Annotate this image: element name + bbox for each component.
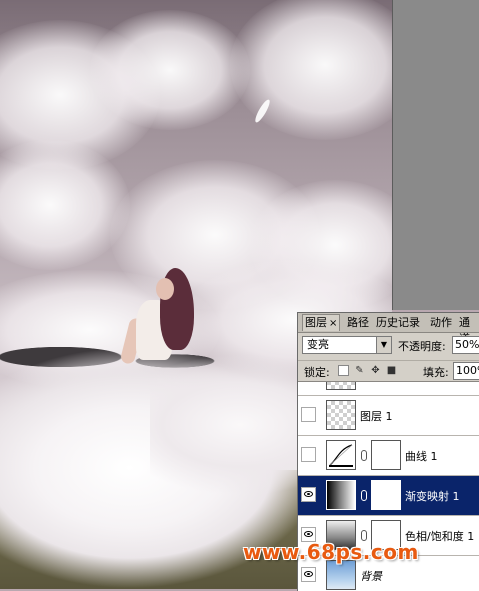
curves-adjustment-icon [326,440,356,470]
layer-row[interactable] [298,381,479,396]
fill-input[interactable]: 100% [453,362,479,380]
link-icon[interactable] [361,450,367,461]
blend-mode-value: 变亮 [307,338,329,351]
visibility-toggle[interactable] [301,567,316,582]
tab-paths[interactable]: 路径 [345,315,371,331]
lock-position-icon[interactable]: ✥ [370,365,381,376]
workspace-background [392,0,479,310]
tab-layers-label: 图层 [305,316,327,329]
layer-thumbnail [326,560,356,590]
lock-all-icon[interactable]: ■ [386,365,397,376]
layer-row[interactable]: 曲线 1 [298,436,479,476]
layer-thumbnail [326,400,356,430]
blend-row: 变亮 ▼ 不透明度: 50% [298,334,479,356]
gradient-map-icon [326,480,356,510]
eye-icon [304,531,313,537]
tab-channels[interactable]: 通道 [457,315,479,345]
layer-thumbnail [326,382,356,390]
watermark: www.68ps.com [243,540,419,564]
lock-row: 锁定: ✎ ✥ ■ 填充: 100% [298,360,479,381]
fill-label: 填充: [423,366,449,379]
blend-mode-select[interactable]: 变亮 ▼ [302,336,392,354]
layer-name: 曲线 1 [405,450,438,463]
link-icon[interactable] [361,490,367,501]
layer-mask-thumbnail [371,440,401,470]
tab-layers[interactable]: 图层 × [302,314,341,331]
opacity-label: 不透明度: [398,340,446,353]
layer-row[interactable]: 图层 1 [298,396,479,436]
layer-name: 渐变映射 1 [405,490,460,503]
layer-mask-thumbnail [371,480,401,510]
visibility-toggle[interactable] [301,407,316,422]
dropdown-arrow-icon[interactable]: ▼ [376,337,391,353]
lock-pixels-icon[interactable]: ✎ [354,365,365,376]
eye-icon [304,571,313,577]
bride-face [156,278,174,300]
visibility-toggle[interactable] [301,447,316,462]
visibility-toggle[interactable] [301,381,316,382]
panel-tab-bar: 图层× 路径 历史记录 动作 通道 [298,313,479,345]
visibility-toggle[interactable] [301,487,316,502]
opacity-input[interactable]: 50% [452,336,479,354]
lock-transparency-icon[interactable] [338,365,349,376]
tab-actions[interactable]: 动作 [428,315,454,331]
eye-icon [304,491,313,497]
cloud [90,10,250,130]
layer-name: 背景 [360,570,382,583]
layer-name: 图层 1 [360,410,393,423]
layer-row-selected[interactable]: 渐变映射 1 [298,476,479,516]
close-icon[interactable]: × [329,318,337,329]
lock-label: 锁定: [304,366,330,379]
tab-history[interactable]: 历史记录 [374,315,422,331]
